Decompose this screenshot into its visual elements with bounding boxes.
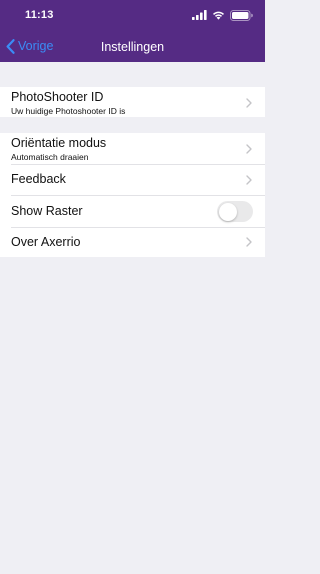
navigation-bar: Vorige Instellingen bbox=[0, 30, 265, 62]
row-subtitle: Automatisch draaien bbox=[11, 152, 89, 162]
toggle-knob bbox=[218, 202, 237, 221]
wifi-icon bbox=[213, 11, 224, 20]
row-title: Over Axerrio bbox=[11, 235, 81, 249]
row-title: Show Raster bbox=[11, 204, 83, 218]
status-time: 11:13 bbox=[25, 9, 54, 21]
chevron-right-icon bbox=[246, 237, 252, 247]
settings-group-options: Oriëntatie modus Automatisch draaien Fee… bbox=[0, 133, 265, 257]
chevron-right-icon bbox=[246, 144, 252, 154]
page-title: Instellingen bbox=[100, 40, 165, 54]
status-bar: 11:13 bbox=[0, 0, 265, 30]
chevron-right-icon bbox=[246, 175, 252, 185]
row-title: Oriëntatie modus bbox=[11, 136, 107, 150]
header-bar: 11:13 Vorige Instellingen bbox=[0, 0, 265, 62]
row-title: PhotoShooter ID bbox=[11, 90, 104, 104]
status-icons bbox=[192, 9, 253, 21]
cellular-signal-icon bbox=[192, 10, 207, 20]
chevron-right-icon bbox=[246, 98, 252, 108]
settings-row-show-raster: Show Raster bbox=[0, 195, 265, 227]
battery-icon bbox=[230, 9, 253, 21]
settings-row-photoshooter-id[interactable]: PhotoShooter ID Uw huidige Photoshooter … bbox=[0, 87, 265, 117]
settings-group-id: PhotoShooter ID Uw huidige Photoshooter … bbox=[0, 87, 265, 117]
settings-row-orientation[interactable]: Oriëntatie modus Automatisch draaien bbox=[0, 133, 265, 164]
settings-row-feedback[interactable]: Feedback bbox=[0, 164, 265, 195]
row-title: Feedback bbox=[11, 172, 66, 186]
row-subtitle: Uw huidige Photoshooter ID is bbox=[11, 106, 126, 116]
settings-row-about[interactable]: Over Axerrio bbox=[0, 227, 265, 257]
show-raster-toggle[interactable] bbox=[217, 201, 253, 222]
